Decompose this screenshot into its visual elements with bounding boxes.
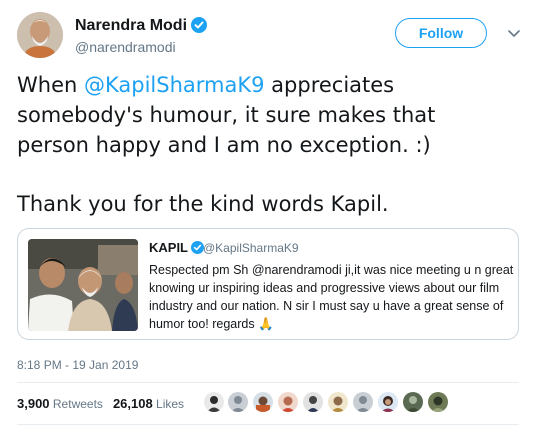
tweet-timestamp[interactable]: 8:18 PM - 19 Jan 2019 bbox=[17, 358, 138, 372]
tweet-text-rest: appreciates bbox=[264, 73, 395, 97]
quoted-tweet-text: Respected pm Sh @narendramodi ji,it was … bbox=[149, 263, 514, 331]
tweet-line-3: person happy and I am no exception. :) bbox=[17, 133, 431, 157]
likes-stat[interactable]: 26,108 Likes bbox=[112, 396, 185, 411]
liker-avatar[interactable] bbox=[427, 391, 449, 413]
liker-avatar[interactable] bbox=[302, 391, 324, 413]
liker-avatar[interactable] bbox=[277, 391, 299, 413]
liker-avatar[interactable] bbox=[203, 391, 225, 413]
mention-link[interactable]: @KapilSharmaK9 bbox=[84, 73, 265, 97]
liker-avatar[interactable] bbox=[227, 391, 249, 413]
author-handle[interactable]: @narendramodi bbox=[75, 39, 176, 55]
verified-badge-icon bbox=[191, 17, 208, 38]
tweet-line-4: Thank you for the kind words Kapil. bbox=[17, 192, 389, 216]
quoted-author-name[interactable]: KAPIL bbox=[149, 240, 204, 257]
tweet-header: Narendra Modi @narendramodi Follow bbox=[17, 12, 522, 62]
liker-avatar[interactable] bbox=[327, 391, 349, 413]
retweets-stat[interactable]: 3,900 Retweets bbox=[17, 396, 103, 411]
tweet-stats: 3,900 Retweets 26,108 Likes bbox=[17, 396, 184, 411]
liker-avatar[interactable] bbox=[252, 391, 274, 413]
retweets-count: 3,900 bbox=[17, 396, 50, 411]
quoted-author-name-text[interactable]: KAPIL bbox=[149, 240, 188, 255]
quoted-tweet[interactable]: KAPIL @KapilSharmaK9 Respected pm Sh @na… bbox=[17, 228, 519, 340]
quoted-tweet-image[interactable] bbox=[28, 239, 138, 331]
tweet-text-intro: When bbox=[17, 73, 84, 97]
author-name[interactable]: Narendra Modi bbox=[75, 17, 208, 38]
likes-count: 26,108 bbox=[112, 396, 153, 411]
liker-avatar[interactable] bbox=[352, 391, 374, 413]
author-avatar[interactable] bbox=[17, 12, 63, 58]
likes-label: Likes bbox=[156, 397, 185, 411]
follow-button[interactable]: Follow bbox=[395, 18, 487, 48]
liker-avatar[interactable] bbox=[377, 391, 399, 413]
tweet-line-2: somebody's humour, it sure makes that bbox=[17, 103, 436, 127]
tweet-text: When @KapilSharmaK9 appreciates somebody… bbox=[17, 70, 522, 219]
tweet-line-1: When @KapilSharmaK9 appreciates bbox=[17, 70, 522, 100]
stats-divider-bottom bbox=[17, 424, 519, 425]
quoted-author-handle[interactable]: @KapilSharmaK9 bbox=[203, 241, 299, 255]
chevron-down-icon[interactable] bbox=[507, 26, 521, 40]
stats-divider-top bbox=[17, 382, 519, 383]
retweets-label: Retweets bbox=[52, 397, 103, 411]
author-name-text[interactable]: Narendra Modi bbox=[75, 17, 187, 34]
liker-avatar[interactable] bbox=[402, 391, 424, 413]
